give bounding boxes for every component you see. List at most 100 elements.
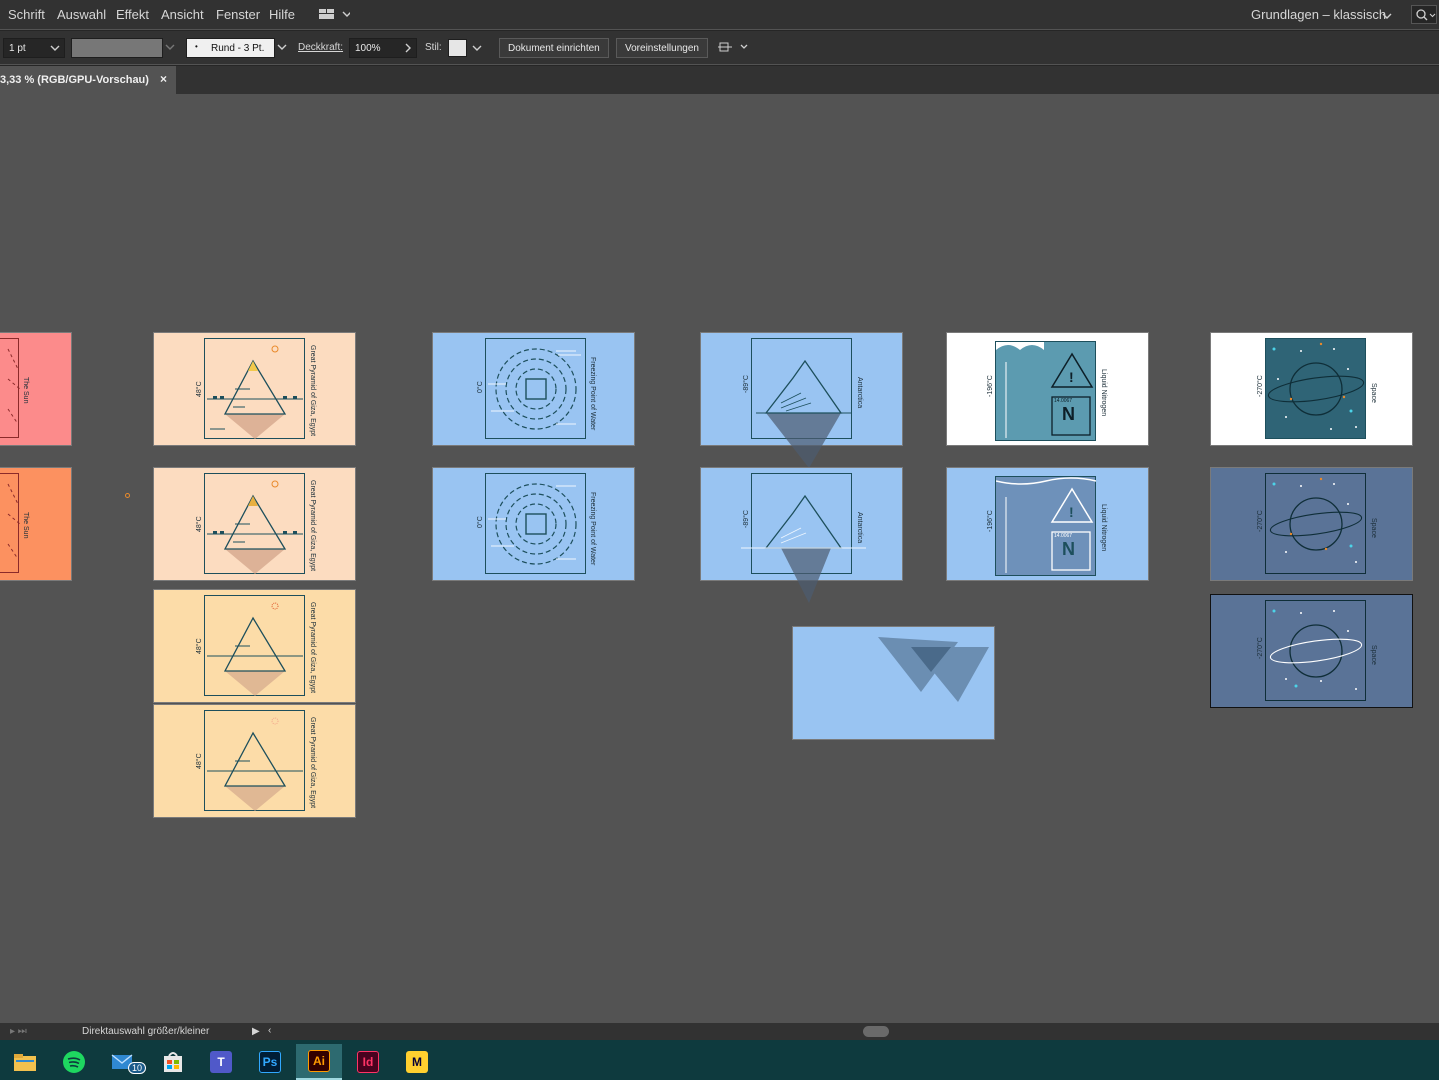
canvas[interactable]: The Sun The Sun 48°C Great Pyramid of Gi… (0, 94, 1439, 1023)
pyramid-label: Great Pyramid of Giza, Egypt (309, 717, 316, 809)
artboard-antarctica-2[interactable]: -89°C Antarctica (700, 467, 903, 603)
warning-icon: ! (996, 340, 1094, 438)
artboard-frame (485, 473, 586, 574)
artboard-frame (1265, 338, 1366, 439)
search-icon[interactable] (1411, 5, 1437, 24)
artboard-sun-1[interactable]: The Sun (0, 332, 72, 446)
artboard-frame: ! 14.0067 N (995, 340, 1096, 441)
artboard-space-3[interactable]: -270°C Space (1210, 594, 1413, 708)
chevron-down-icon (1382, 9, 1392, 24)
file-explorer-icon[interactable] (2, 1044, 48, 1080)
iceberg-icon (756, 359, 851, 468)
artboard-nav-first-icon[interactable]: ▸ ⏭ (10, 1026, 27, 1037)
spotify-icon[interactable] (51, 1044, 97, 1080)
menu-fenster[interactable]: Fenster (216, 7, 260, 22)
chevron-down-icon[interactable] (165, 42, 175, 55)
space-label: Space (1370, 518, 1377, 538)
antarctica-label: Antarctica (856, 512, 863, 544)
artboard-frame: ! 14.0067 N (995, 476, 1097, 576)
brush-definition-value: Rund - 3 Pt. (211, 43, 265, 54)
artboard-frame (1265, 473, 1366, 574)
style-label: Stil: (425, 42, 442, 53)
indesign-icon[interactable]: Id (345, 1044, 391, 1080)
artboard-pyramid-4[interactable]: 48°C Great Pyramid of Giza, Egypt (153, 704, 356, 818)
pyramid-temp: 48°C (196, 753, 203, 769)
planet-icon (1269, 477, 1363, 563)
anchor-point-icon[interactable] (125, 493, 130, 498)
menu-schrift[interactable]: Schrift (8, 7, 45, 22)
arrange-documents-icon[interactable] (318, 7, 352, 24)
pyramid-icon (207, 717, 303, 811)
stroke-weight-field[interactable]: 1 pt (3, 38, 65, 58)
artboard-space-2[interactable]: -270°C Space (1210, 467, 1413, 581)
opacity-value: 100% (355, 43, 381, 54)
menu-ansicht[interactable]: Ansicht (161, 7, 204, 22)
scroll-left-icon[interactable]: ‹ (268, 1025, 271, 1036)
space-label: Space (1370, 383, 1377, 403)
pyramid-label: Great Pyramid of Giza, Egypt (309, 480, 316, 572)
document-tab-title: 3,33 % (RGB/GPU-Vorschau) (0, 74, 149, 86)
document-tab[interactable]: 3,33 % (RGB/GPU-Vorschau) × (0, 66, 176, 95)
nitrogen-temp: -196°C (987, 510, 994, 532)
graphic-style-swatch[interactable] (448, 39, 467, 57)
menu-hilfe[interactable]: Hilfe (269, 7, 295, 22)
opacity-field[interactable]: 100% (349, 38, 417, 58)
pyramid-temp: 48°C (196, 516, 203, 532)
artboard-pyramid-2[interactable]: 48°C Great Pyramid of Giza, Egypt (153, 467, 356, 581)
planet-icon (1267, 342, 1365, 430)
photoshop-icon[interactable]: Ps (247, 1044, 293, 1080)
workspace-switcher[interactable]: Grundlagen – klassisch (1243, 0, 1403, 29)
brush-dot-icon: • (195, 42, 198, 51)
pyramid-label: Great Pyramid of Giza, Egypt (309, 345, 316, 437)
preferences-button[interactable]: Voreinstellungen (616, 38, 708, 58)
freeze-label: Freezing Point of Water (589, 357, 596, 431)
menu-effekt[interactable]: Effekt (116, 7, 149, 22)
brush-definition-field[interactable]: • Rund - 3 Pt. (186, 38, 290, 58)
chevron-down-icon[interactable] (472, 43, 482, 56)
store-icon[interactable] (150, 1044, 196, 1080)
chevron-right-icon (404, 42, 412, 57)
stroke-weight-value: 1 pt (9, 43, 26, 54)
artboard-freeze-2[interactable]: 0°C Freezing Point of Water (432, 467, 635, 581)
svg-text:!: ! (1069, 369, 1074, 385)
align-icon[interactable] (718, 40, 750, 59)
artboard-frame (204, 710, 305, 811)
artboard-space-1[interactable]: -270°C Space (1210, 332, 1413, 446)
nitrogen-temp: -196°C (987, 375, 994, 397)
horizontal-scrollbar-thumb[interactable] (863, 1026, 889, 1037)
nitrogen-label: Liquid Nitrogen (1100, 369, 1107, 417)
freeze-label: Freezing Point of Water (589, 492, 596, 566)
artboard-frame (485, 338, 586, 439)
space-temp: -270°C (1257, 375, 1264, 397)
artboard-frame (1265, 600, 1366, 701)
status-menu-icon[interactable]: ▶ (252, 1026, 260, 1037)
planet-icon (1269, 609, 1363, 690)
artboard-freeze-1[interactable]: 0°C Freezing Point of Water (432, 332, 635, 446)
illustrator-icon[interactable]: Ai (296, 1044, 342, 1080)
space-temp: -270°C (1257, 510, 1264, 532)
artboard-pyramid-3[interactable]: 48°C Great Pyramid of Giza, Egypt (153, 589, 356, 703)
artboard-sun-2[interactable]: The Sun (0, 467, 72, 581)
artboard-iceberg-shapes[interactable] (792, 626, 995, 740)
status-text: Direktauswahl größer/kleiner (82, 1026, 210, 1037)
mail-icon[interactable]: 10 (102, 1044, 148, 1080)
teams-icon[interactable]: T (198, 1044, 244, 1080)
artboard-nitrogen-1[interactable]: ! 14.0067 N -196°C Liquid Nitrogen (946, 332, 1149, 446)
artboard-antarctica-1[interactable]: -89°C Antarctica (700, 332, 903, 468)
sun-rays-icon (7, 483, 21, 560)
pyramid-icon (207, 345, 303, 439)
artboard-nitrogen-2[interactable]: ! 14.0067 N -196°C Liquid Nitrogen (946, 467, 1149, 581)
antarctica-temp: -89°C (743, 510, 750, 528)
close-icon[interactable]: × (160, 72, 167, 86)
space-temp: -270°C (1257, 637, 1264, 659)
sun-label: The Sun (22, 512, 29, 539)
menu-bar: Schrift Auswahl Effekt Ansicht Fenster H… (0, 0, 1439, 29)
miro-icon[interactable]: M (394, 1044, 440, 1080)
artboard-pyramid-1[interactable]: 48°C Great Pyramid of Giza, Egypt (153, 332, 356, 446)
pyramid-temp: 48°C (196, 638, 203, 654)
menu-auswahl[interactable]: Auswahl (57, 7, 106, 22)
opacity-label[interactable]: Deckkraft: (298, 42, 343, 53)
document-setup-button[interactable]: Dokument einrichten (499, 38, 609, 58)
variable-width-profile[interactable] (71, 38, 163, 58)
artboard-frame (204, 595, 305, 696)
